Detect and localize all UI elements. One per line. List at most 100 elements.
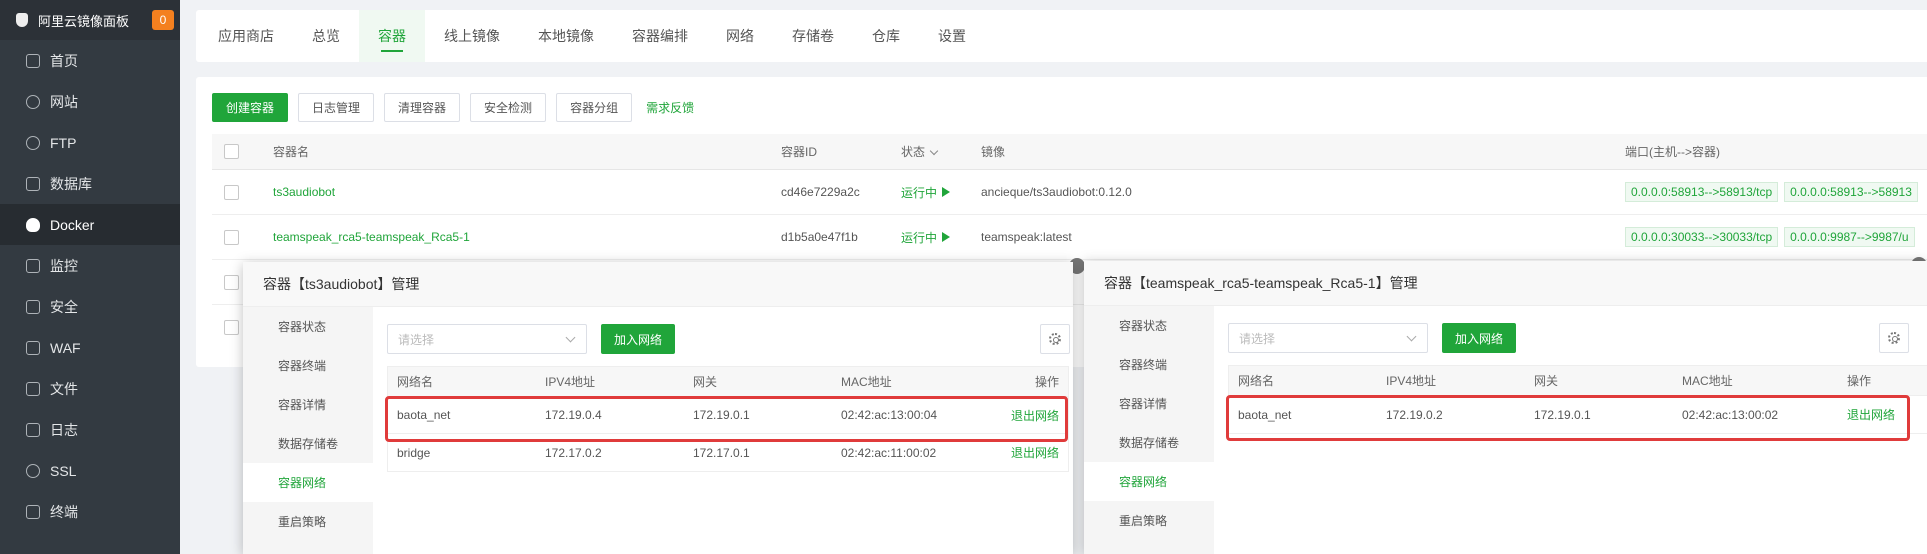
security-check-button[interactable]: 安全检测 [470, 93, 547, 122]
folder-icon [26, 381, 40, 396]
ftp-icon [26, 135, 40, 150]
menu-container-terminal[interactable]: 容器终端 [243, 346, 373, 385]
join-network-button[interactable]: 加入网络 [1442, 323, 1517, 353]
status-toggle[interactable]: 运行中 [901, 184, 951, 201]
menu-container-status[interactable]: 容器状态 [243, 307, 373, 346]
notification-badge[interactable]: 0 [152, 10, 174, 30]
dialog-menu: 容器状态 容器终端 容器详情 数据存储卷 容器网络 重启策略 [1084, 306, 1214, 554]
sidebar-item-website[interactable]: 网站 [0, 81, 180, 122]
col-ports: 端口(主机-->容器) [1625, 145, 1720, 159]
col-image: 镜像 [981, 145, 1006, 159]
sidebar-item-database[interactable]: 数据库 [0, 163, 180, 204]
dialog-body: 请选择 加入网络 网络名 IPV4地址 网关 MAC地址 操作 baota_ne… [1214, 306, 1927, 554]
highlight-box [1226, 395, 1910, 441]
menu-restart-policy[interactable]: 重启策略 [243, 502, 373, 541]
docker-tabs: 应用商店 总览 容器 线上镜像 本地镜像 容器编排 网络 存储卷 仓库 设置 [196, 10, 1927, 62]
sidebar-item-home[interactable]: 首页 [0, 40, 180, 81]
tab-settings[interactable]: 设置 [919, 10, 985, 62]
menu-data-volumes[interactable]: 数据存储卷 [1084, 423, 1214, 462]
sidebar-item-files[interactable]: 文件 [0, 368, 180, 409]
network-select[interactable]: 请选择 [1228, 323, 1428, 353]
brand-name: 阿里云镜像面板 [38, 13, 130, 29]
select-all-checkbox[interactable] [224, 144, 239, 159]
container-toolbar: 创建容器 日志管理 清理容器 安全检测 容器分组 需求反馈 [212, 93, 694, 122]
row-checkbox[interactable] [224, 320, 239, 335]
menu-container-network[interactable]: 容器网络 [1084, 462, 1214, 501]
menu-container-details[interactable]: 容器详情 [243, 385, 373, 424]
row-checkbox[interactable] [224, 229, 239, 245]
container-manage-dialog-ts3audiobot: 容器【ts3audiobot】管理 容器状态 容器终端 容器详情 数据存储卷 容… [243, 262, 1073, 554]
container-name-link[interactable]: teamspeak_rca5-teamspeak_Rca5-1 [273, 230, 470, 244]
waf-icon [26, 340, 40, 355]
port-list: 0.0.0.0:58913-->58913/tcp 0.0.0.0:58913-… [1625, 182, 1924, 202]
sidebar-item-docker[interactable]: Docker [0, 204, 180, 245]
sidebar-brand[interactable]: 阿里云镜像面板 0 [0, 0, 180, 40]
docker-icon [26, 217, 40, 232]
menu-container-terminal[interactable]: 容器终端 [1084, 345, 1214, 384]
sidebar-item-logs[interactable]: 日志 [0, 409, 180, 450]
tab-local-images[interactable]: 本地镜像 [519, 10, 613, 62]
gear-icon [1049, 333, 1061, 345]
play-icon [942, 232, 951, 242]
network-table-header: 网络名 IPV4地址 网关 MAC地址 操作 [1229, 366, 1927, 396]
tab-volumes[interactable]: 存储卷 [773, 10, 853, 62]
feedback-link[interactable]: 需求反馈 [646, 99, 694, 116]
chevron-down-icon [929, 146, 939, 156]
logo-icon [14, 12, 30, 28]
play-icon [942, 187, 951, 197]
menu-restart-policy[interactable]: 重启策略 [1084, 501, 1214, 540]
container-name-link[interactable]: ts3audiobot [273, 185, 335, 199]
tab-compose[interactable]: 容器编排 [613, 10, 707, 62]
clean-containers-button[interactable]: 清理容器 [384, 93, 461, 122]
network-table-header: 网络名 IPV4地址 网关 MAC地址 操作 [388, 367, 1068, 397]
dialog-title: 容器【ts3audiobot】管理 [243, 262, 1073, 307]
network-select[interactable]: 请选择 [387, 324, 587, 354]
create-container-button[interactable]: 创建容器 [212, 93, 289, 122]
tab-network[interactable]: 网络 [707, 10, 773, 62]
highlight-box [385, 396, 1068, 442]
port-badge: 0.0.0.0:9987-->9987/u [1784, 227, 1915, 247]
menu-container-network[interactable]: 容器网络 [243, 463, 373, 502]
chevron-down-icon [565, 332, 576, 343]
network-gateway: 172.17.0.1 [693, 445, 750, 460]
sidebar: 阿里云镜像面板 0 首页 网站 FTP 数据库 Docker 监控 安全 WAF… [0, 0, 180, 554]
log-icon [26, 422, 40, 437]
sidebar-item-ftp[interactable]: FTP [0, 122, 180, 163]
dialog-menu: 容器状态 容器终端 容器详情 数据存储卷 容器网络 重启策略 [243, 307, 373, 554]
tab-online-images[interactable]: 线上镜像 [425, 10, 519, 62]
row-checkbox[interactable] [224, 184, 239, 200]
container-manage-dialog-teamspeak: 容器【teamspeak_rca5-teamspeak_Rca5-1】管理 容器… [1084, 261, 1927, 554]
sidebar-item-monitor[interactable]: 监控 [0, 245, 180, 286]
settings-button[interactable] [1040, 324, 1070, 354]
col-status[interactable]: 状态 [901, 143, 939, 160]
tab-overview[interactable]: 总览 [293, 10, 359, 62]
globe-icon [26, 94, 40, 109]
row-checkbox[interactable] [224, 274, 239, 290]
join-network-button[interactable]: 加入网络 [601, 324, 676, 354]
container-group-button[interactable]: 容器分组 [556, 93, 633, 122]
gear-icon [1888, 332, 1900, 344]
dialog-title: 容器【teamspeak_rca5-teamspeak_Rca5-1】管理 [1084, 261, 1927, 306]
log-management-button[interactable]: 日志管理 [298, 93, 375, 122]
container-image: ancieque/ts3audiobot:0.12.0 [981, 185, 1132, 199]
menu-container-details[interactable]: 容器详情 [1084, 384, 1214, 423]
port-badge: 0.0.0.0:58913-->58913 [1784, 182, 1918, 202]
menu-container-status[interactable]: 容器状态 [1084, 306, 1214, 345]
monitor-icon [26, 258, 40, 273]
settings-button[interactable] [1879, 323, 1909, 353]
sidebar-item-ssl[interactable]: SSL [0, 450, 180, 491]
leave-network-link[interactable]: 退出网络 [1011, 444, 1059, 461]
container-id: d1b5a0e47f1b [781, 230, 858, 244]
tab-app-store[interactable]: 应用商店 [196, 10, 293, 62]
container-id: cd46e7229a2c [781, 185, 860, 199]
chevron-down-icon [1406, 331, 1417, 342]
port-badge: 0.0.0.0:58913-->58913/tcp [1625, 182, 1779, 202]
tab-registry[interactable]: 仓库 [853, 10, 919, 62]
sidebar-item-security[interactable]: 安全 [0, 286, 180, 327]
sidebar-item-terminal[interactable]: 终端 [0, 491, 180, 532]
status-toggle[interactable]: 运行中 [901, 229, 951, 246]
database-icon [26, 176, 40, 191]
tab-containers[interactable]: 容器 [359, 10, 425, 62]
sidebar-item-waf[interactable]: WAF [0, 327, 180, 368]
menu-data-volumes[interactable]: 数据存储卷 [243, 424, 373, 463]
